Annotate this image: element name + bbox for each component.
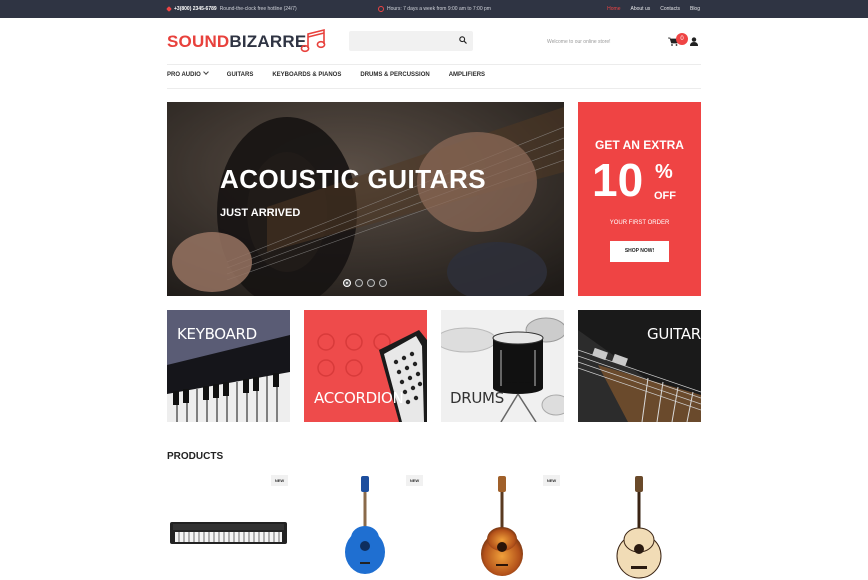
hero-subtitle: JUST ARRIVED bbox=[220, 207, 301, 219]
promo-off: OFF bbox=[654, 190, 676, 202]
product-image-natural-guitar bbox=[616, 476, 662, 579]
phone-info: +3(800) 2345-6789 Round-the-clock free h… bbox=[166, 6, 297, 12]
search-input[interactable] bbox=[349, 33, 449, 53]
slider-dot[interactable] bbox=[343, 279, 351, 287]
product-card[interactable]: NEW bbox=[441, 472, 564, 580]
product-image-sunburst-guitar bbox=[481, 476, 523, 576]
phone-icon bbox=[166, 6, 172, 12]
nav-divider bbox=[167, 88, 701, 89]
nav-item-drums[interactable]: DRUMS & PERCUSSION bbox=[360, 72, 429, 78]
user-icon[interactable] bbox=[690, 37, 698, 46]
header-divider bbox=[167, 64, 701, 65]
top-link-blog[interactable]: Blog bbox=[690, 6, 700, 12]
nav-item-amplifiers[interactable]: AMPLIFIERS bbox=[449, 72, 485, 78]
slider-dot[interactable] bbox=[379, 279, 387, 287]
shop-now-button[interactable]: SHOP NOW! bbox=[610, 241, 669, 262]
hero-image bbox=[167, 102, 564, 296]
promo-banner: GET AN EXTRA 10 % OFF YOUR FIRST ORDER S… bbox=[578, 102, 701, 296]
category-guitar[interactable]: GUITAR bbox=[578, 310, 701, 422]
promo-number: 10 bbox=[592, 154, 644, 206]
welcome-text: Welcome to our online store! bbox=[547, 39, 611, 45]
clock-icon bbox=[378, 6, 384, 12]
category-label: ACCORDION bbox=[314, 389, 404, 407]
category-accordion[interactable]: ACCORDION bbox=[304, 310, 427, 422]
slider-dot[interactable] bbox=[355, 279, 363, 287]
slider-dot[interactable] bbox=[367, 279, 375, 287]
product-image-keyboard bbox=[170, 522, 287, 544]
product-card[interactable]: NEW bbox=[304, 472, 427, 580]
promo-heading: GET AN EXTRA bbox=[595, 138, 684, 152]
nav-item-pro-audio[interactable]: PRO AUDIO bbox=[167, 69, 209, 78]
category-label: KEYBOARD bbox=[177, 325, 257, 343]
search-icon[interactable] bbox=[459, 36, 467, 44]
hours-info: Hours: 7 days a week from 9:00 am to 7:0… bbox=[378, 6, 491, 12]
hero-slider[interactable]: ACOUSTIC GUITARS JUST ARRIVED bbox=[167, 102, 564, 296]
hotline-text: Round-the-clock free hotline (24/7) bbox=[219, 6, 297, 12]
nav-item-keyboards[interactable]: KEYBOARDS & PIANOS bbox=[272, 72, 341, 78]
top-link-home[interactable]: Home bbox=[607, 6, 620, 12]
category-keyboard[interactable]: KEYBOARD bbox=[167, 310, 290, 422]
hours-text: Hours: 7 days a week from 9:00 am to 7:0… bbox=[387, 6, 491, 12]
music-note-icon bbox=[300, 28, 326, 53]
nav-item-guitars[interactable]: GUITARS bbox=[227, 72, 254, 78]
slider-dots bbox=[343, 279, 387, 287]
site-logo[interactable]: SOUNDBIZARRE bbox=[167, 32, 306, 52]
category-label: DRUMS bbox=[450, 389, 504, 407]
top-bar: +3(800) 2345-6789 Round-the-clock free h… bbox=[0, 0, 868, 18]
phone-number[interactable]: +3(800) 2345-6789 bbox=[174, 6, 217, 12]
top-link-contacts[interactable]: Contacts bbox=[660, 6, 680, 12]
hero-title: ACOUSTIC GUITARS bbox=[220, 164, 487, 194]
main-nav: PRO AUDIO GUITARS KEYBOARDS & PIANOS DRU… bbox=[167, 69, 485, 78]
product-image-blue-guitar bbox=[345, 476, 385, 574]
chevron-down-icon bbox=[202, 69, 209, 75]
top-link-about[interactable]: About us bbox=[631, 6, 651, 12]
products-heading: PRODUCTS bbox=[167, 451, 224, 462]
promo-subtext: YOUR FIRST ORDER bbox=[609, 220, 670, 226]
search-box bbox=[349, 31, 473, 53]
top-links: Home About us Contacts Blog bbox=[607, 6, 700, 12]
product-card[interactable] bbox=[578, 472, 701, 580]
category-drums[interactable]: DRUMS bbox=[441, 310, 564, 422]
product-card[interactable]: NEW bbox=[167, 472, 290, 580]
cart-count-badge: 0 bbox=[676, 33, 688, 45]
promo-percent: % bbox=[655, 161, 673, 183]
category-label: GUITAR bbox=[647, 325, 701, 343]
